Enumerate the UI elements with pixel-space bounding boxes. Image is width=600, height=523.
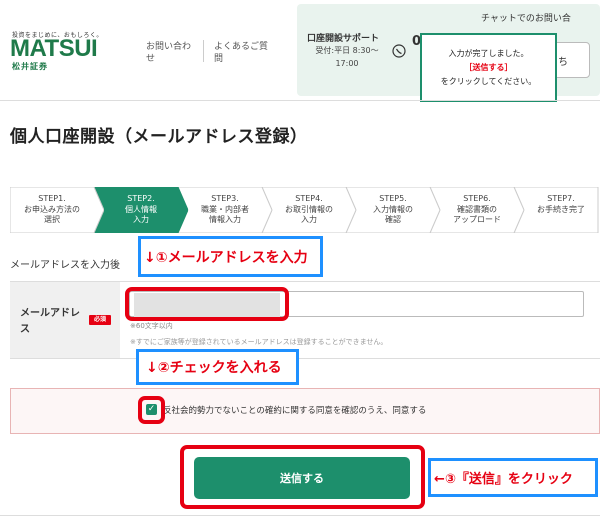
step-label: 入力情報の [373,204,413,214]
email-label: メールアドレス [20,308,80,335]
step-label: STEP7. [547,194,575,203]
faq-link[interactable]: よくあるご質問 [214,41,269,65]
step-label: 選択 [44,215,60,224]
popup-line3: をクリックしてください。 [440,77,537,86]
phone-icon [392,44,406,58]
step-label: STEP5. [379,194,407,203]
step-label: STEP3. [211,194,239,203]
page-title: 個人口座開設（メールアドレス登録） [10,127,308,147]
contact-link[interactable]: お問い合わせ [146,41,196,65]
logo[interactable]: MATSUI [10,35,98,63]
bottom-divider [0,515,600,516]
highlight-submit [180,445,425,509]
annotation-3: ←③『送信』をクリック [434,472,573,487]
popup-line1: 入力が完了しました。 [448,49,529,58]
highlight-checkbox [138,396,165,424]
step-label: 入力 [301,215,317,224]
step-label: 職業・内部者 [201,204,249,214]
step-label: 入力 [133,215,149,224]
consent-label[interactable]: 反社会的勢力でないことの確約に関する同意を確認のうえ、同意する [163,404,426,416]
step-item: STEP5. 入力情報の 確認 [346,187,440,233]
step-label: 確認 [385,215,401,224]
step-label: STEP6. [463,194,491,203]
step-progress: STEP1. お申込み方法の 選択 STEP2. 個人情報 入力 STEP3. 職業・内部者情… [10,187,600,233]
step-label: お手続き完了 [537,204,585,214]
highlight-email [125,287,289,321]
step-label: アップロード [453,215,501,224]
logo-subtitle: 松井証券 [12,62,48,71]
step-label: 情報入力 [209,215,241,224]
step-item: STEP3. 職業・内部者 情報入力 [178,187,272,233]
email-help-length: ※60文字以内 [130,322,173,330]
header-separator [203,40,204,62]
step-label: 個人情報 [125,204,157,214]
annotation-2: ↓②チェックを入れる [146,360,282,376]
step-label: STEP4. [295,194,323,203]
annotation-1: ↓①メールアドレスを入力 [144,250,308,266]
step-label: 確認書類の [457,204,497,214]
step-item: STEP7. お手続き完了 [514,187,600,233]
chat-button-label: ち [558,57,568,68]
header-divider [0,100,600,101]
step-label: お申込み方法の [24,204,80,214]
step-item: STEP4. お取引情報の 入力 [262,187,356,233]
support-hours: 受付:平日 8:30～17:00 [315,46,379,68]
email-help-note: ※すでにご家族等が登録されているメールアドレスは登録することができません。 [130,338,388,346]
support-title: 口座開設サポート [307,34,380,44]
step-label: STEP2. [127,194,155,203]
required-badge: 必須 [89,315,111,325]
step-item: STEP6. 確認書類の アップロード [430,187,524,233]
step-item: STEP1. お申込み方法の 選択 [10,187,104,233]
step-label: STEP1. [38,194,66,203]
form-instruction: メールアドレスを入力後 [10,260,120,271]
popup-line2: ［送信する］ [464,63,513,72]
step-item: STEP2. 個人情報 入力 [94,187,188,233]
chat-label: チャットでのお問い合 [481,14,571,24]
step-label: お取引情報の [285,204,333,214]
